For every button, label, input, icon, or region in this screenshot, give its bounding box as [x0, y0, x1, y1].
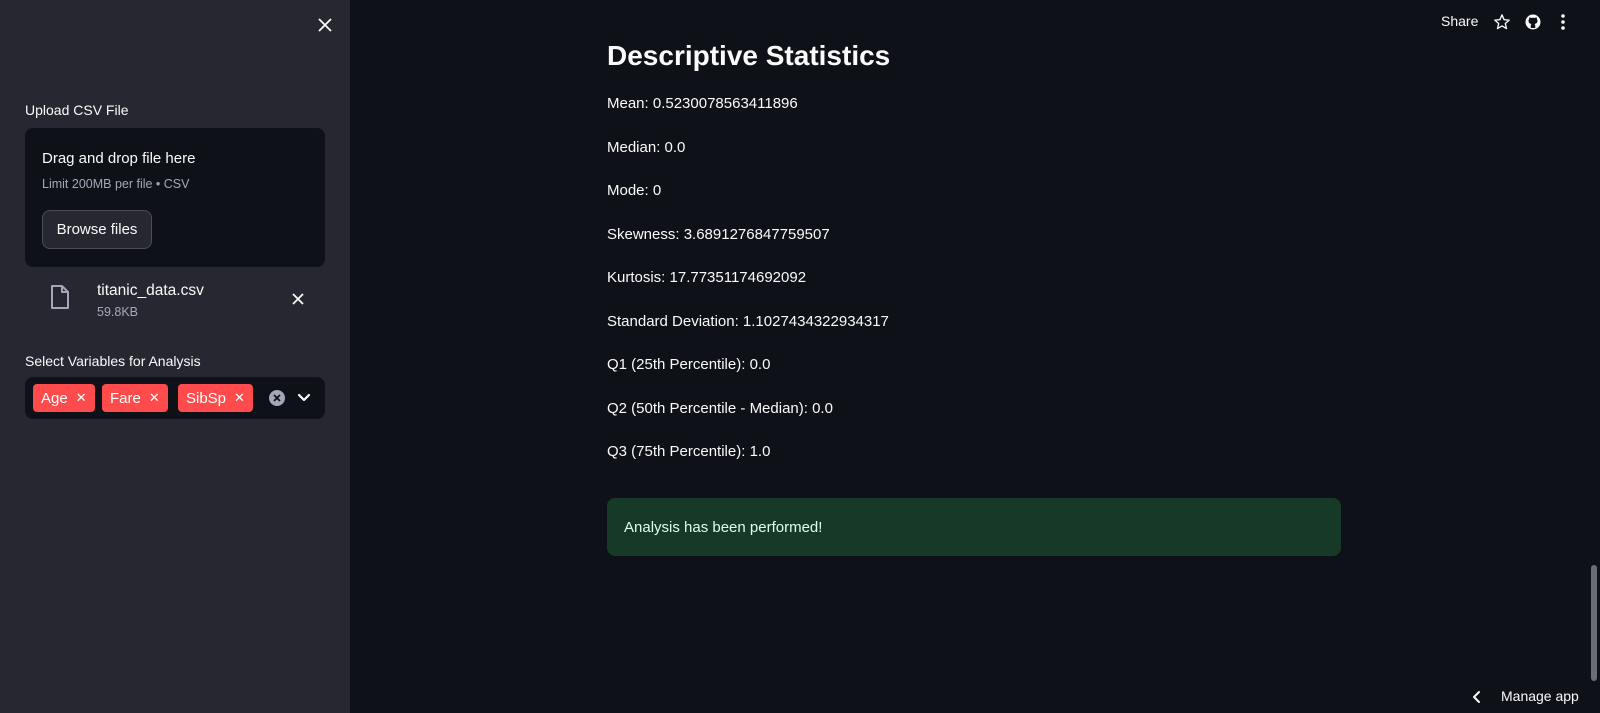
file-name: titanic_data.csv — [97, 282, 204, 299]
share-button[interactable]: Share — [1441, 13, 1478, 29]
stat-q3: Q3 (75th Percentile): 1.0 — [607, 443, 771, 460]
tag-age[interactable]: Age ✕ — [33, 384, 95, 412]
sidebar: Upload CSV File Drag and drop file here … — [0, 0, 350, 713]
github-icon — [1525, 14, 1541, 30]
close-icon — [292, 293, 304, 305]
stat-mode: Mode: 0 — [607, 182, 662, 199]
remove-tag-icon[interactable]: ✕ — [76, 390, 87, 406]
chevron-down-icon[interactable] — [295, 389, 313, 407]
tag-fare[interactable]: Fare ✕ — [102, 384, 168, 412]
stat-kurtosis: Kurtosis: 17.77351174692092 — [607, 269, 807, 286]
variables-multiselect[interactable]: Age ✕ Fare ✕ SibSp ✕ — [25, 377, 325, 419]
close-sidebar-button[interactable] — [313, 13, 337, 37]
main-menu-button[interactable] — [1552, 11, 1574, 33]
tag-sibsp[interactable]: SibSp ✕ — [178, 384, 253, 412]
stat-mean: Mean: 0.5230078563411896 — [607, 95, 798, 112]
file-icon — [51, 285, 69, 309]
manage-app-button[interactable]: Manage app — [1501, 688, 1579, 704]
remove-tag-icon[interactable]: ✕ — [149, 390, 160, 406]
github-button[interactable] — [1522, 11, 1544, 33]
scrollbar-thumb[interactable] — [1591, 565, 1597, 681]
stat-q1: Q1 (25th Percentile): 0.0 — [607, 356, 771, 373]
stat-skewness: Skewness: 3.6891276847759507 — [607, 226, 830, 243]
tag-label: Age — [41, 389, 68, 407]
stat-std-dev: Standard Deviation: 1.1027434322934317 — [607, 313, 889, 330]
close-icon — [318, 18, 332, 32]
page-title: Descriptive Statistics — [607, 40, 891, 71]
dropzone-title: Drag and drop file here — [42, 150, 196, 167]
app-root: Upload CSV File Drag and drop file here … — [0, 0, 1600, 713]
stat-median: Median: 0.0 — [607, 139, 686, 156]
select-variables-label: Select Variables for Analysis — [25, 353, 201, 369]
dropzone-limit: Limit 200MB per file • CSV — [42, 177, 190, 191]
star-button[interactable] — [1491, 11, 1513, 33]
remove-tag-icon[interactable]: ✕ — [234, 390, 245, 406]
more-vertical-icon — [1561, 14, 1565, 30]
tag-label: Fare — [110, 389, 141, 407]
star-icon — [1494, 14, 1510, 30]
uploaded-file: titanic_data.csv 59.8KB — [25, 280, 325, 324]
tag-label: SibSp — [186, 389, 227, 407]
file-dropzone[interactable]: Drag and drop file here Limit 200MB per … — [25, 128, 325, 267]
stat-q2: Q2 (50th Percentile - Median): 0.0 — [607, 400, 833, 417]
success-alert: Analysis has been performed! — [607, 498, 1341, 556]
upload-label: Upload CSV File — [25, 102, 129, 118]
chevron-left-icon[interactable] — [1470, 690, 1484, 704]
file-size: 59.8KB — [97, 305, 139, 319]
success-message: Analysis has been performed! — [624, 518, 823, 536]
clear-all-icon[interactable] — [268, 389, 286, 407]
remove-file-button[interactable] — [287, 288, 309, 310]
browse-files-button[interactable]: Browse files — [42, 210, 152, 249]
